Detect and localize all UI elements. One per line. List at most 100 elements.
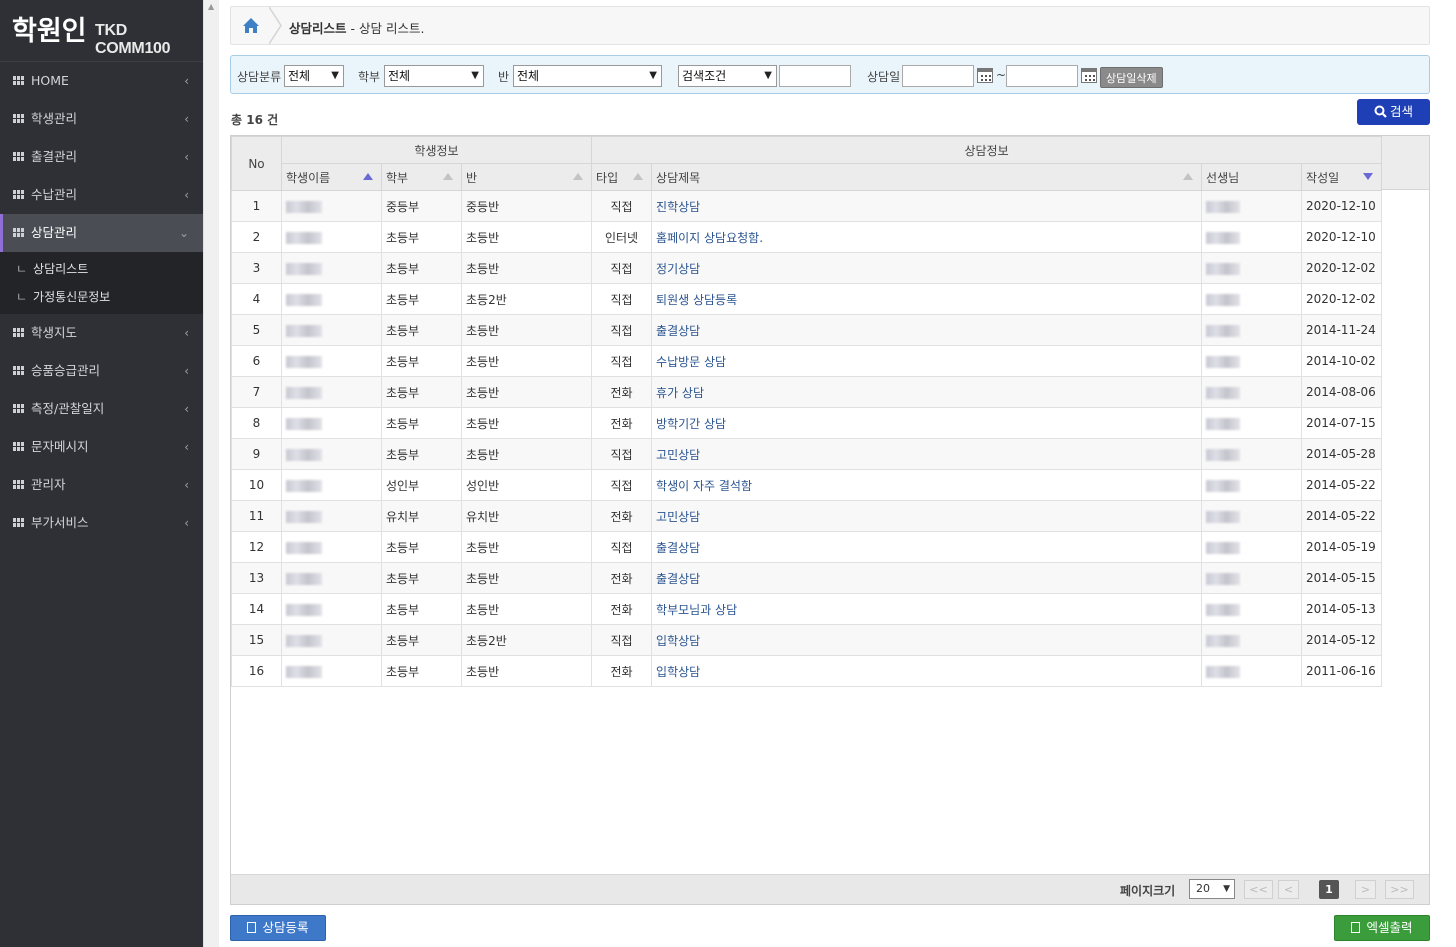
table-row[interactable]: 7 초등부 초등반 전화 휴가 상담 2014-08-06 xyxy=(231,376,1383,408)
excel-export-button[interactable]: 엑셀출력 xyxy=(1334,915,1430,941)
cell-type: 직접 xyxy=(591,624,653,656)
calendar-icon[interactable] xyxy=(977,68,993,83)
condition-select[interactable]: 검색조건 ▼ xyxy=(678,65,777,87)
sidebar-item-sms[interactable]: 문자메시지 ‹ xyxy=(0,428,203,466)
submenu-item[interactable]: ㄴ 상담리스트 xyxy=(0,255,203,283)
prev-page-button[interactable]: < xyxy=(1278,880,1299,899)
table-row[interactable]: 2 초등부 초등반 인터넷 홈페이지 상담요청함. 2020-12-10 xyxy=(231,221,1383,253)
delete-date-button[interactable]: 상담일삭제 xyxy=(1100,67,1163,88)
sidebar-item-admin[interactable]: 관리자 ‹ xyxy=(0,466,203,504)
table-row[interactable]: 10 성인부 성인반 직접 학생이 자주 결석함 2014-05-22 xyxy=(231,469,1383,501)
cell-name xyxy=(281,252,382,284)
current-page[interactable]: 1 xyxy=(1319,880,1339,899)
table-row[interactable]: 9 초등부 초등반 직접 고민상담 2014-05-28 xyxy=(231,438,1383,470)
category-select-value: 전체 xyxy=(288,69,311,83)
cell-date: 2014-05-13 xyxy=(1301,593,1383,625)
col-type-header[interactable]: 타입 xyxy=(591,163,653,191)
cell-subject-link[interactable]: 입학상담 xyxy=(651,624,1203,656)
sidebar-item-home[interactable]: HOME ‹ xyxy=(0,62,203,100)
col-name-header[interactable]: 학생이름 xyxy=(281,163,382,191)
sidebar-item-student[interactable]: 학생관리 ‹ xyxy=(0,100,203,138)
cell-dept: 유치부 xyxy=(381,500,462,532)
table-row[interactable]: 16 초등부 초등반 전화 입학상담 2011-06-16 xyxy=(231,655,1383,687)
cell-subject-link[interactable]: 출결상담 xyxy=(651,562,1203,594)
col-class-header[interactable]: 반 xyxy=(460,163,593,191)
cell-no: 6 xyxy=(231,345,282,377)
cell-subject-link[interactable]: 학생이 자주 결석함 xyxy=(651,469,1203,501)
cell-type: 직접 xyxy=(591,252,653,284)
sidebar-item-measure[interactable]: 측정/관찰일지 ‹ xyxy=(0,390,203,428)
register-counsel-button[interactable]: 상담등록 xyxy=(230,915,326,941)
table-row[interactable]: 13 초등부 초등반 전화 출결상담 2014-05-15 xyxy=(231,562,1383,594)
next-page-button[interactable]: > xyxy=(1355,880,1376,899)
category-label: 상담분류 xyxy=(237,70,282,84)
scrollbar[interactable]: ▲ xyxy=(203,0,219,947)
col-subject-header[interactable]: 상담제목 xyxy=(651,163,1203,191)
cell-name xyxy=(281,655,382,687)
cell-subject-link[interactable]: 수납방문 상담 xyxy=(651,345,1203,377)
sidebar-item-extra[interactable]: 부가서비스 ‹ xyxy=(0,504,203,542)
redacted-name xyxy=(286,293,322,306)
cell-name xyxy=(281,469,382,501)
cell-subject-link[interactable]: 출결상담 xyxy=(651,314,1203,346)
last-page-button[interactable]: >> xyxy=(1385,880,1414,899)
sidebar-item-attendance[interactable]: 출결관리 ‹ xyxy=(0,138,203,176)
table-row[interactable]: 14 초등부 초등반 전화 학부모님과 상담 2014-05-13 xyxy=(231,593,1383,625)
cell-subject-link[interactable]: 휴가 상담 xyxy=(651,376,1203,408)
first-page-button[interactable]: << xyxy=(1244,880,1273,899)
cell-no: 8 xyxy=(231,407,282,439)
cell-name xyxy=(281,221,382,253)
cell-no: 4 xyxy=(231,283,282,315)
submenu-item[interactable]: ㄴ 가정통신문정보 xyxy=(0,283,203,311)
cell-type: 전화 xyxy=(591,593,653,625)
table-row[interactable]: 12 초등부 초등반 직접 출결상담 2014-05-19 xyxy=(231,531,1383,563)
sidebar-item-counsel[interactable]: 상담관리 ⌄ xyxy=(0,214,203,252)
logo-mark-text: 학원인 xyxy=(12,16,87,47)
cell-no: 15 xyxy=(231,624,282,656)
cell-no: 10 xyxy=(231,469,282,501)
table-row[interactable]: 1 중등부 중등반 직접 진학상담 2020-12-10 xyxy=(231,190,1383,222)
page-size-select[interactable]: 20 ▼ xyxy=(1189,879,1235,899)
table-row[interactable]: 4 초등부 초등2반 직접 퇴원생 상담등록 2020-12-02 xyxy=(231,283,1383,315)
sidebar-item-payment[interactable]: 수납관리 ‹ xyxy=(0,176,203,214)
date-from-input[interactable] xyxy=(902,65,974,87)
table-row[interactable]: 3 초등부 초등반 직접 정기상담 2020-12-02 xyxy=(231,252,1383,284)
cell-subject-link[interactable]: 방학기간 상담 xyxy=(651,407,1203,439)
excel-icon xyxy=(1351,922,1361,933)
cell-subject-link[interactable]: 퇴원생 상담등록 xyxy=(651,283,1203,315)
redacted-teacher xyxy=(1206,479,1241,492)
class-select[interactable]: 전체 ▼ xyxy=(513,65,662,87)
scroll-up-arrow-icon[interactable]: ▲ xyxy=(208,2,214,11)
cell-subject-link[interactable]: 고민상담 xyxy=(651,438,1203,470)
col-date-header[interactable]: 작성일 xyxy=(1301,163,1383,191)
table-row[interactable]: 15 초등부 초등2반 직접 입학상담 2014-05-12 xyxy=(231,624,1383,656)
logo[interactable]: 학원인 TKD COMM100 xyxy=(0,0,203,62)
cell-subject-link[interactable]: 고민상담 xyxy=(651,500,1203,532)
cell-dept: 초등부 xyxy=(381,562,462,594)
cell-subject-link[interactable]: 홈페이지 상담요청함. xyxy=(651,221,1203,253)
table-row[interactable]: 5 초등부 초등반 직접 출결상담 2014-11-24 xyxy=(231,314,1383,346)
cell-name xyxy=(281,345,382,377)
cell-subject-link[interactable]: 학부모님과 상담 xyxy=(651,593,1203,625)
group-counsel-header: 상담정보 xyxy=(591,136,1383,164)
chevron-down-icon: ▼ xyxy=(331,70,339,81)
col-dept-header[interactable]: 학부 xyxy=(381,163,462,191)
sidebar-item-guidance[interactable]: 학생지도 ‹ xyxy=(0,314,203,352)
calendar-icon[interactable] xyxy=(1081,68,1097,83)
col-teacher-header[interactable]: 선생님 xyxy=(1201,163,1303,191)
search-button[interactable]: 검색 xyxy=(1357,99,1430,125)
table-row[interactable]: 6 초등부 초등반 직접 수납방문 상담 2014-10-02 xyxy=(231,345,1383,377)
cell-subject-link[interactable]: 입학상담 xyxy=(651,655,1203,687)
cell-subject-link[interactable]: 진학상담 xyxy=(651,190,1203,222)
cell-subject-link[interactable]: 출결상담 xyxy=(651,531,1203,563)
dept-select[interactable]: 전체 ▼ xyxy=(384,65,484,87)
table-row[interactable]: 8 초등부 초등반 전화 방학기간 상담 2014-07-15 xyxy=(231,407,1383,439)
date-to-input[interactable] xyxy=(1006,65,1078,87)
home-button[interactable] xyxy=(231,7,271,44)
cell-subject-link[interactable]: 정기상담 xyxy=(651,252,1203,284)
cell-no: 16 xyxy=(231,655,282,687)
category-select[interactable]: 전체 ▼ xyxy=(284,65,344,87)
table-row[interactable]: 11 유치부 유치반 전화 고민상담 2014-05-22 xyxy=(231,500,1383,532)
sidebar-item-promotion[interactable]: 승품승급관리 ‹ xyxy=(0,352,203,390)
keyword-input[interactable] xyxy=(779,65,851,87)
